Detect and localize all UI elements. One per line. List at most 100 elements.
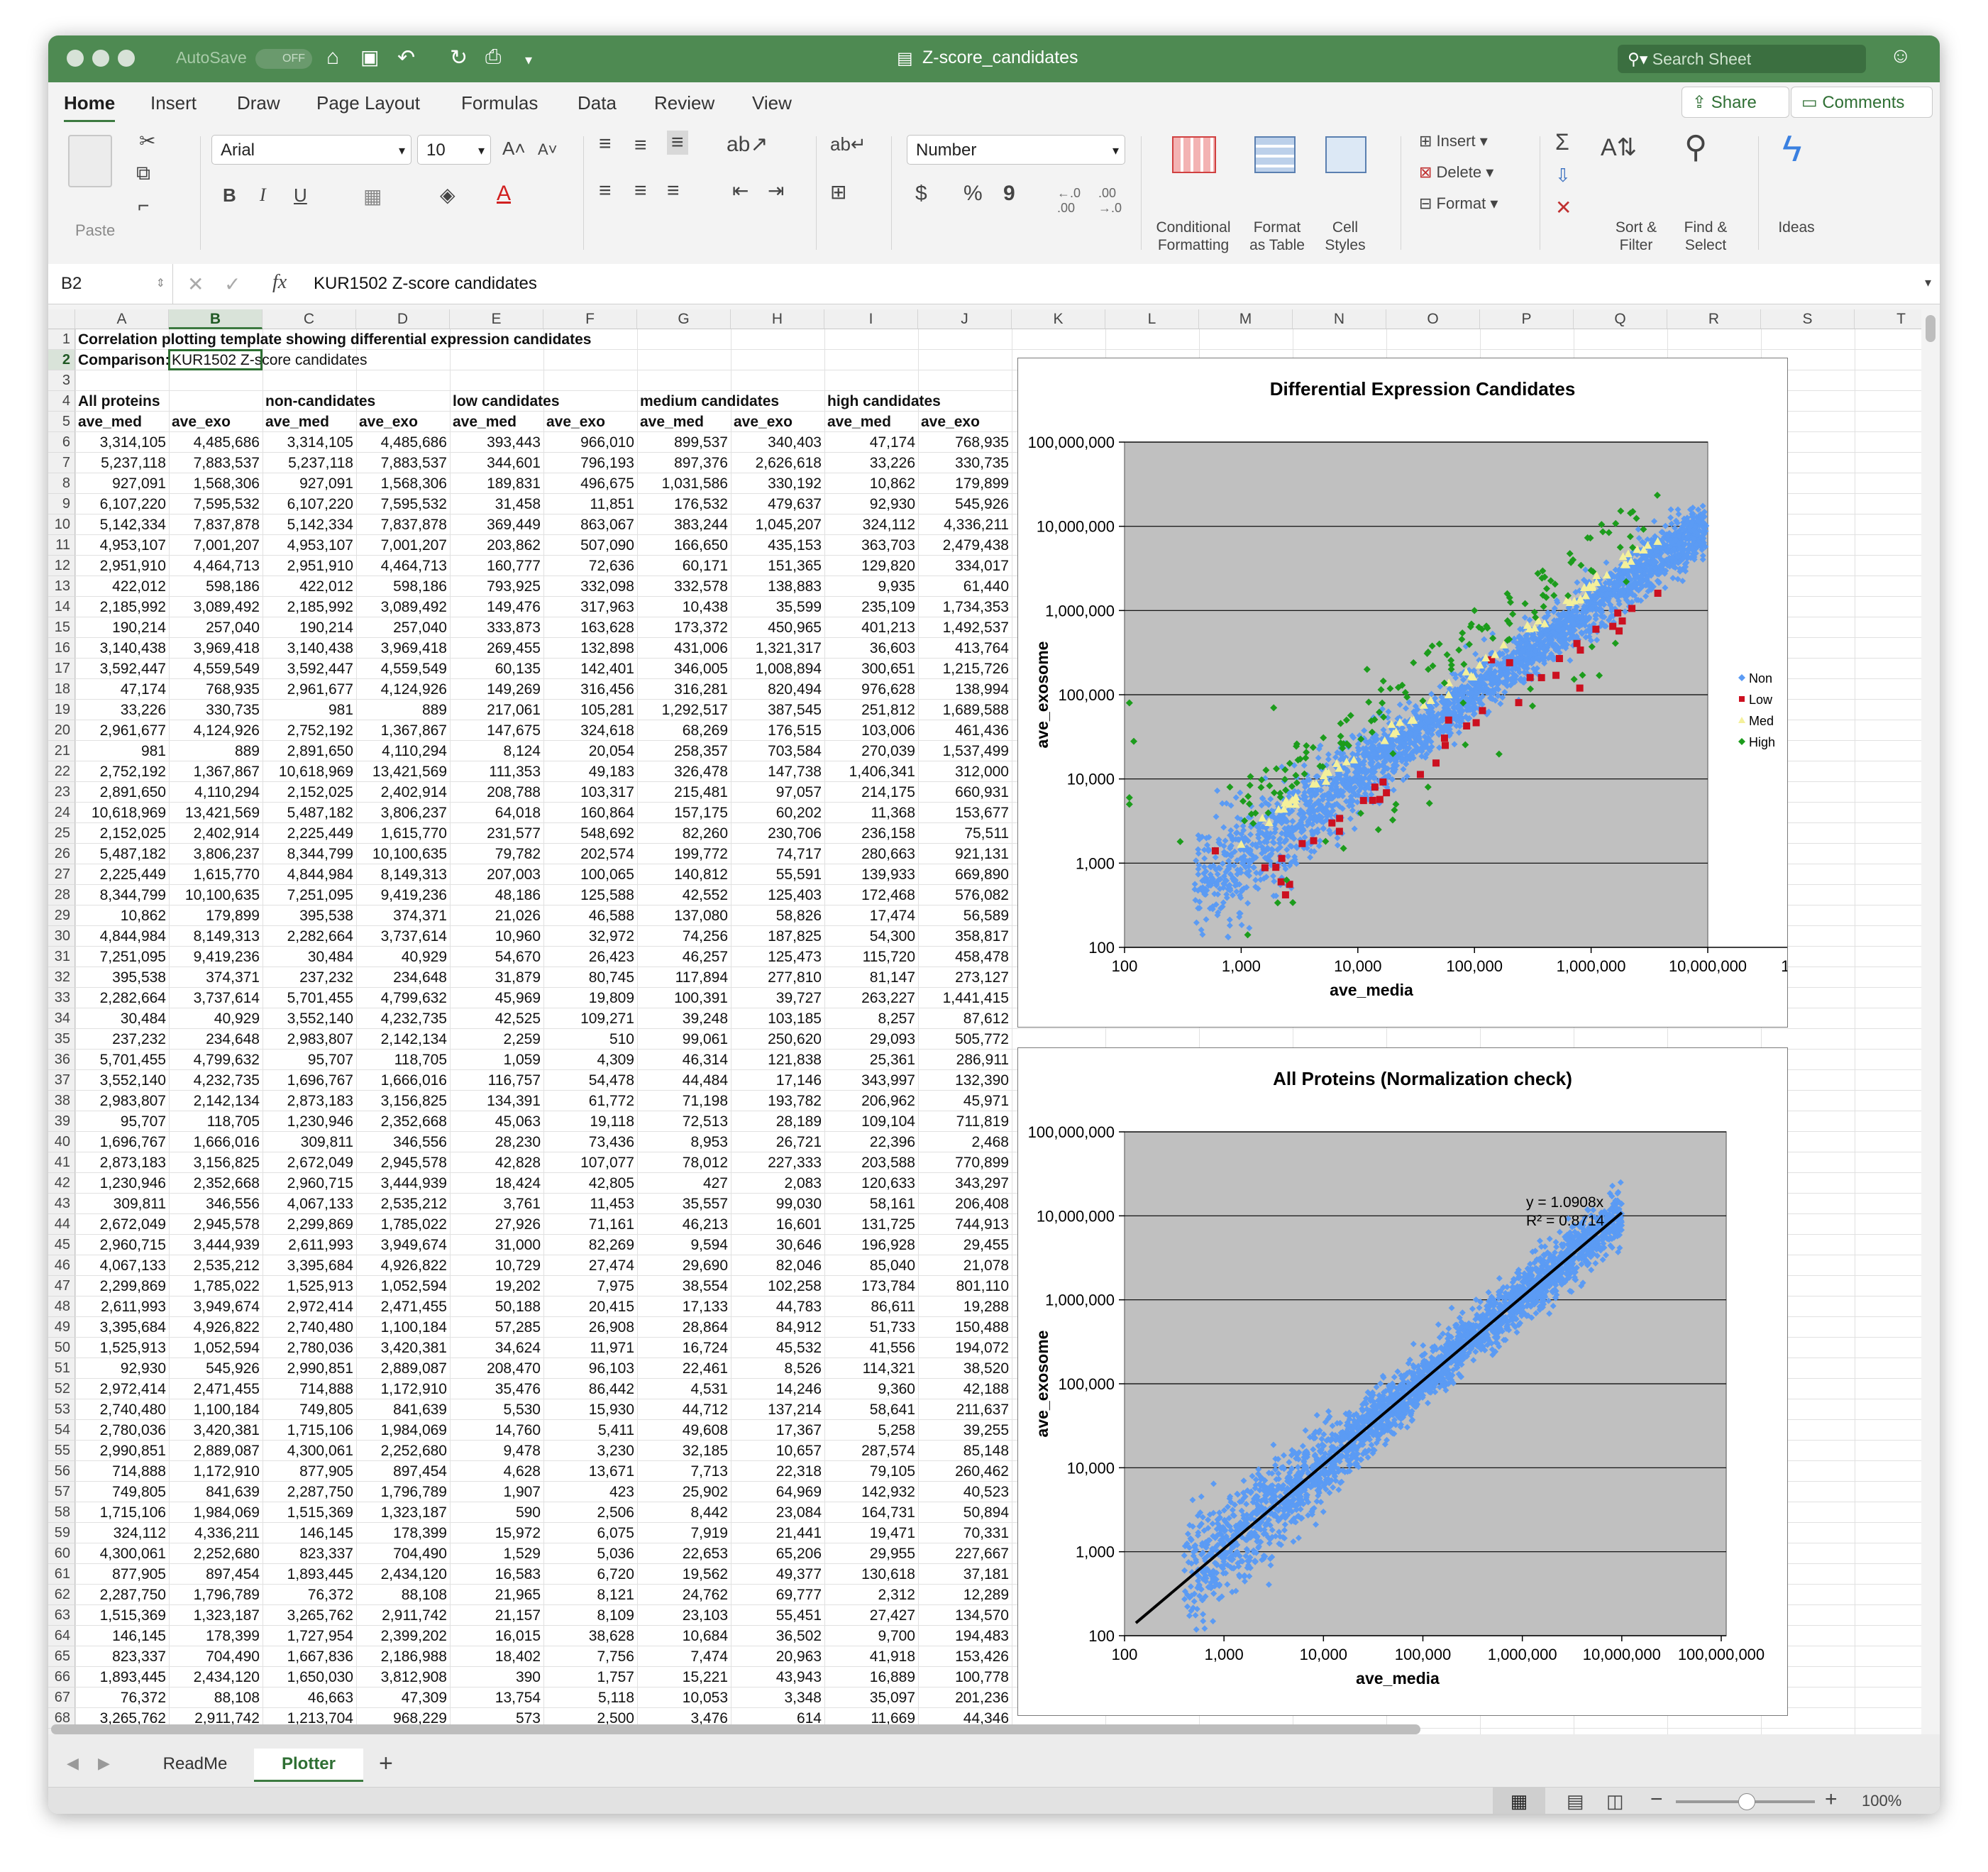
cell-value[interactable]: 45,971 xyxy=(921,1091,1009,1111)
cell-value[interactable]: 5,036 xyxy=(546,1543,634,1564)
cell-value[interactable]: 2,972,414 xyxy=(78,1379,166,1399)
cell-value[interactable]: 19,471 xyxy=(827,1523,915,1543)
cell-value[interactable]: 390 xyxy=(453,1667,541,1687)
cell-value[interactable]: 2,399,202 xyxy=(359,1626,447,1646)
cell-value[interactable]: 60,202 xyxy=(734,803,822,823)
cell-value[interactable]: 19,809 xyxy=(546,988,634,1008)
cell-value[interactable]: 160,777 xyxy=(453,556,541,576)
cell-value[interactable]: 3,156,825 xyxy=(359,1091,447,1111)
cell-value[interactable]: 889 xyxy=(359,700,447,720)
cell-value[interactable]: 10,684 xyxy=(640,1626,728,1646)
cell-value[interactable]: 9,478 xyxy=(453,1441,541,1461)
cell-value[interactable]: 510 xyxy=(546,1029,634,1050)
cell-value[interactable]: 981 xyxy=(78,741,166,761)
tab-data[interactable]: Data xyxy=(578,92,617,114)
cell-value[interactable]: 863,067 xyxy=(546,514,634,535)
cell-value[interactable]: 4,067,133 xyxy=(265,1194,353,1214)
cell-value[interactable]: 215,481 xyxy=(640,782,728,803)
font-name-select[interactable]: Arial ▾ xyxy=(211,135,412,165)
cell-value[interactable]: 96,103 xyxy=(546,1358,634,1379)
cell-value[interactable]: 31,458 xyxy=(453,494,541,514)
cell-value[interactable]: 346,005 xyxy=(640,659,728,679)
cell-value[interactable]: 3,089,492 xyxy=(172,597,260,617)
cell-value[interactable]: 157,175 xyxy=(640,803,728,823)
cell-value[interactable]: 4,485,686 xyxy=(172,432,260,453)
cell-value[interactable]: 749,805 xyxy=(265,1399,353,1420)
row-header[interactable]: 63 xyxy=(48,1605,75,1626)
cell-value[interactable]: 768,935 xyxy=(172,679,260,700)
redo-icon[interactable]: ↻ xyxy=(450,45,468,70)
cell-value[interactable]: 263,227 xyxy=(827,988,915,1008)
cell-value[interactable]: 16,889 xyxy=(827,1667,915,1687)
cell-value[interactable]: 2,225,449 xyxy=(265,823,353,844)
cell-value[interactable]: 5,258 xyxy=(827,1420,915,1441)
cell-value[interactable]: 74,256 xyxy=(640,926,728,947)
tab-formulas[interactable]: Formulas xyxy=(461,92,538,114)
row-header[interactable]: 8 xyxy=(48,473,75,494)
cell-value[interactable]: 346,556 xyxy=(359,1132,447,1152)
cell-value[interactable]: 7,883,537 xyxy=(359,453,447,473)
row-header[interactable]: 67 xyxy=(48,1687,75,1708)
cell-value[interactable]: 1,667,836 xyxy=(265,1646,353,1667)
cell-value[interactable]: 68,269 xyxy=(640,720,728,741)
cell-value[interactable]: 54,478 xyxy=(546,1070,634,1091)
cell-value[interactable]: 450,965 xyxy=(734,617,822,638)
increase-decimal-icon[interactable]: ←.0.00 xyxy=(1057,186,1081,216)
cell-value[interactable]: 3,265,762 xyxy=(265,1605,353,1626)
cell-value[interactable]: 3,230 xyxy=(546,1441,634,1461)
cell-value[interactable]: 251,812 xyxy=(827,700,915,720)
cell-value[interactable]: 190,214 xyxy=(265,617,353,638)
column-header-j[interactable]: J xyxy=(918,309,1012,329)
cell-value[interactable]: 217,061 xyxy=(453,700,541,720)
cell-value[interactable]: 58,826 xyxy=(734,905,822,926)
cell-value[interactable]: 309,811 xyxy=(78,1194,166,1214)
cell-value[interactable]: 6,075 xyxy=(546,1523,634,1543)
cell-value[interactable]: 2,535,212 xyxy=(172,1255,260,1276)
cell-value[interactable]: 5,118 xyxy=(546,1687,634,1708)
cell-value[interactable]: 7,001,207 xyxy=(172,535,260,556)
underline-button[interactable]: U xyxy=(294,185,307,207)
cell-value[interactable]: 55,451 xyxy=(734,1605,822,1626)
cell-value[interactable]: 10,100,635 xyxy=(172,885,260,905)
cell-column-header[interactable]: ave_med xyxy=(78,412,166,432)
cell-value[interactable]: 41,918 xyxy=(827,1646,915,1667)
cell-value[interactable]: 3,806,237 xyxy=(172,844,260,864)
cell-value[interactable]: 29,093 xyxy=(827,1029,915,1050)
cell-value[interactable]: 312,000 xyxy=(921,761,1009,782)
cell-value[interactable]: 14,760 xyxy=(453,1420,541,1441)
cell-value[interactable]: 237,232 xyxy=(78,1029,166,1050)
column-header-m[interactable]: M xyxy=(1199,309,1293,329)
cell-value[interactable]: 344,601 xyxy=(453,453,541,473)
cell-styles-icon[interactable] xyxy=(1325,136,1366,173)
search-sheet-input[interactable]: ⚲▾ Search Sheet xyxy=(1618,45,1866,73)
cell-value[interactable]: 151,365 xyxy=(734,556,822,576)
cell-value[interactable]: 137,214 xyxy=(734,1399,822,1420)
cell-value[interactable]: 47,309 xyxy=(359,1687,447,1708)
cell-value[interactable]: 1,230,946 xyxy=(78,1173,166,1194)
cell-value[interactable]: 134,391 xyxy=(453,1091,541,1111)
cell-value[interactable]: 73,436 xyxy=(546,1132,634,1152)
cell-value[interactable]: 231,577 xyxy=(453,823,541,844)
cell-value[interactable]: 1,893,445 xyxy=(78,1667,166,1687)
row-header[interactable]: 21 xyxy=(48,741,75,761)
cell-value[interactable]: 227,667 xyxy=(921,1543,1009,1564)
row-header[interactable]: 50 xyxy=(48,1338,75,1358)
cell-value[interactable]: 80,745 xyxy=(546,967,634,988)
cell-value[interactable]: 10,618,969 xyxy=(265,761,353,782)
save-icon[interactable]: ▣ xyxy=(360,45,379,69)
cell-value[interactable]: 41,556 xyxy=(827,1338,915,1358)
cell-value[interactable]: 8,121 xyxy=(546,1585,634,1605)
cell-value[interactable]: 1,785,022 xyxy=(172,1276,260,1296)
cell-value[interactable]: 2,299,869 xyxy=(78,1276,166,1296)
cell-value[interactable]: 598,186 xyxy=(172,576,260,597)
cell-value[interactable]: 8,953 xyxy=(640,1132,728,1152)
cell-value[interactable]: 1,052,594 xyxy=(172,1338,260,1358)
cell-value[interactable]: 8,344,799 xyxy=(78,885,166,905)
cell-value[interactable]: 45,532 xyxy=(734,1338,822,1358)
cell-value[interactable]: 33,226 xyxy=(78,700,166,720)
cell-value[interactable]: 46,663 xyxy=(265,1687,353,1708)
row-header[interactable]: 32 xyxy=(48,967,75,988)
cell-value[interactable]: 121,838 xyxy=(734,1050,822,1070)
cell-value[interactable]: 208,470 xyxy=(453,1358,541,1379)
cell-value[interactable]: 10,100,635 xyxy=(359,844,447,864)
